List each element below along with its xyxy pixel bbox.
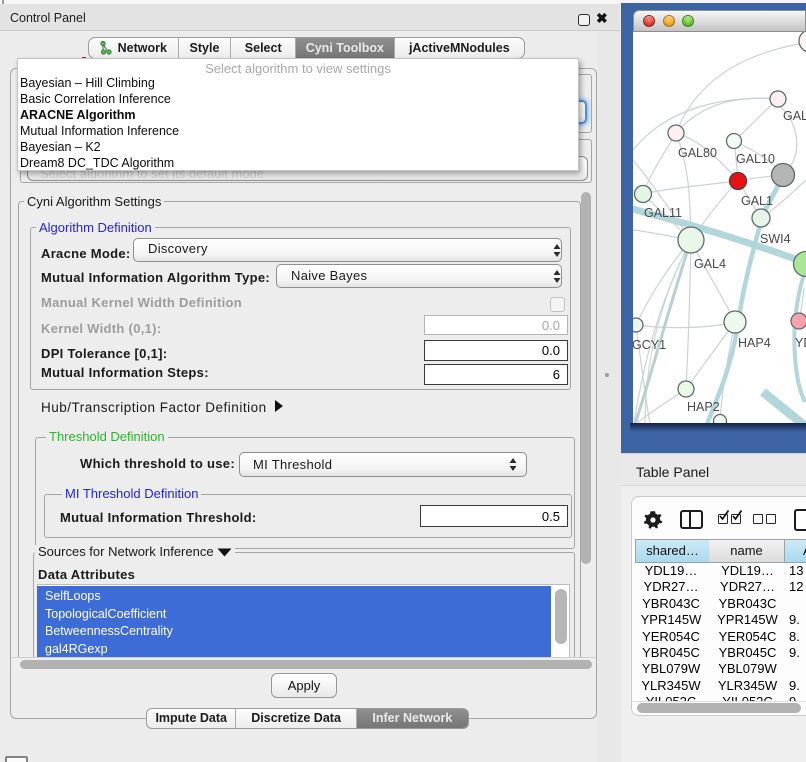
svg-text:SWI4: SWI4 (760, 232, 791, 246)
svg-text:GAL80: GAL80 (678, 146, 717, 160)
svg-text:GCY1: GCY1 (633, 338, 666, 352)
svg-text:GAL7: GAL7 (783, 109, 806, 123)
svg-text:HAP4: HAP4 (738, 336, 771, 350)
svg-text:GAL11: GAL11 (644, 206, 682, 220)
svg-text:GAL1: GAL1 (741, 194, 773, 208)
svg-text:GAL10: GAL10 (736, 152, 775, 166)
svg-text:HAP2: HAP2 (687, 400, 720, 414)
svg-text:YD: YD (795, 336, 806, 350)
svg-text:GAL4: GAL4 (694, 257, 726, 271)
